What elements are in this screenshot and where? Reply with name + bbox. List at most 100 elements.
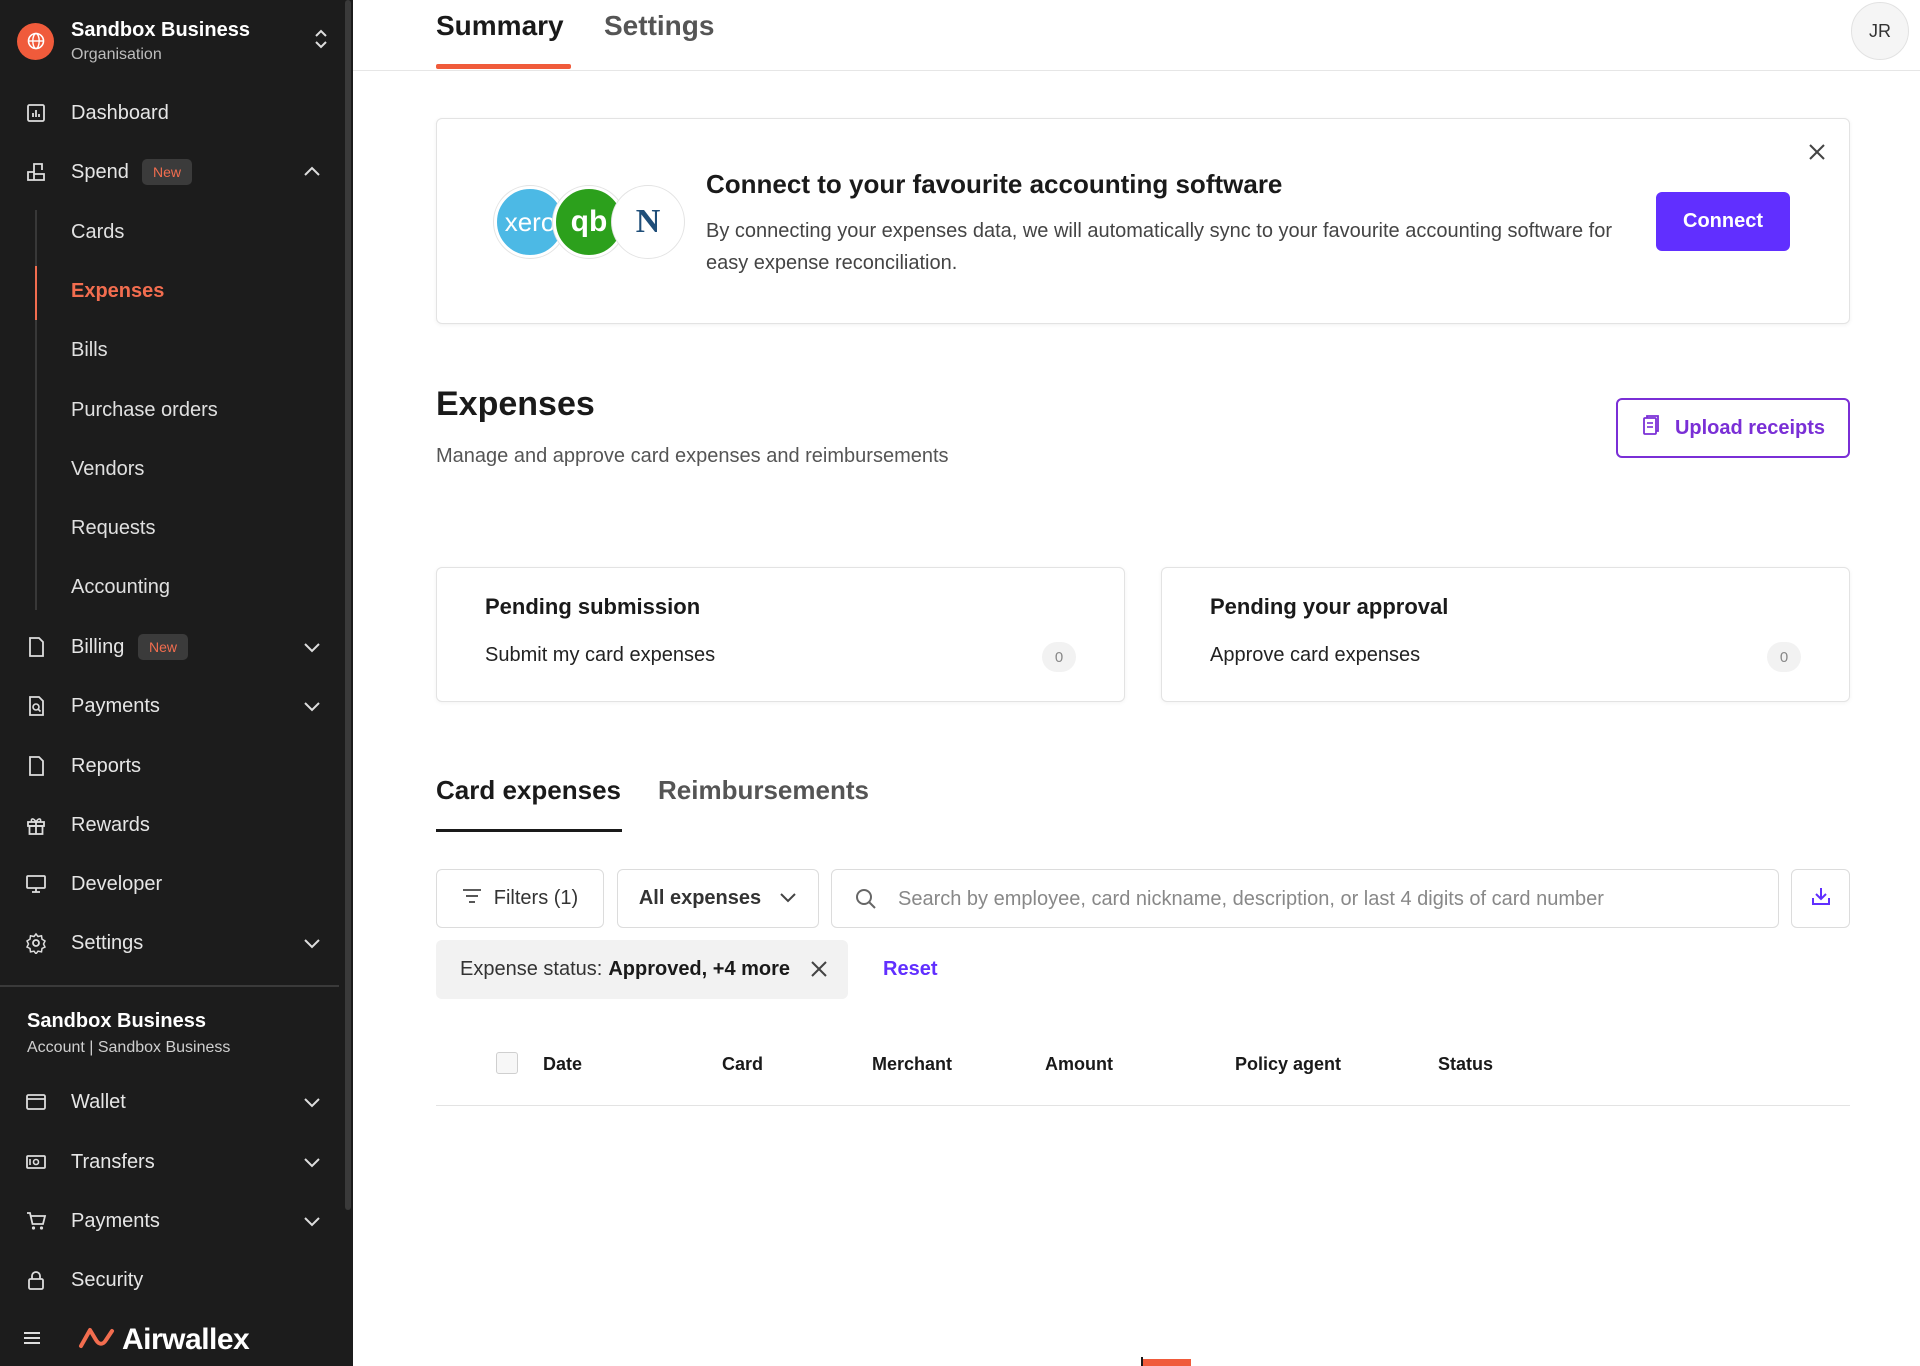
tab-reimbursements[interactable]: Reimbursements	[658, 775, 869, 806]
search-input[interactable]	[898, 880, 1758, 918]
nav-requests[interactable]: Requests	[71, 508, 156, 548]
upload-receipts-label: Upload receipts	[1674, 416, 1826, 439]
nav-purchase-orders[interactable]: Purchase orders	[71, 390, 218, 430]
user-avatar[interactable]: JR	[1851, 2, 1909, 60]
tab-card-expenses[interactable]: Card expenses	[436, 775, 621, 806]
pending-card-action: Submit my card expenses	[485, 644, 716, 666]
column-header-status[interactable]: Status	[1438, 1054, 1493, 1075]
upload-receipts-button[interactable]: Upload receipts	[1616, 398, 1850, 458]
pending-submission-card[interactable]: Pending submission Submit my card expens…	[436, 567, 1125, 702]
nav-settings[interactable]: Settings	[0, 918, 340, 968]
nav-payments[interactable]: Payments	[0, 681, 340, 731]
sidebar-divider	[0, 985, 339, 987]
chip-value: Approved, +4 more	[608, 958, 791, 980]
sidebar-scrollbar[interactable]	[345, 0, 351, 1210]
nav-wallet[interactable]: Wallet	[0, 1077, 340, 1127]
banner-title: Connect to your favourite accounting sof…	[706, 169, 1283, 199]
table-header: Date Card Merchant Amount Policy agent S…	[436, 1040, 1850, 1106]
brand-name: Airwallex	[122, 1323, 250, 1356]
nav-payments-label: Payments	[71, 694, 160, 717]
nav-spend-label: Spend	[71, 160, 129, 183]
nav-developer-label: Developer	[71, 872, 163, 895]
count-badge: 0	[1042, 642, 1076, 672]
top-tabs: Summary Settings	[353, 0, 1920, 71]
nav-expenses[interactable]: Expenses	[71, 271, 164, 311]
column-header-policy-agent[interactable]: Policy agent	[1235, 1054, 1341, 1075]
column-header-date[interactable]: Date	[543, 1054, 582, 1075]
lock-icon	[24, 1268, 48, 1292]
tab-settings[interactable]: Settings	[604, 10, 714, 70]
pending-card-title: Pending submission	[485, 594, 701, 619]
connect-button[interactable]: Connect	[1656, 192, 1790, 251]
all-expenses-label: All expenses	[638, 887, 762, 909]
globe-icon	[17, 22, 54, 60]
nav-security-label: Security	[71, 1268, 144, 1291]
page-subtitle: Manage and approve card expenses and rei…	[436, 445, 949, 467]
nav-spend[interactable]: Spend New	[0, 147, 340, 197]
chevron-up-icon	[300, 160, 324, 184]
nav-dashboard[interactable]: Dashboard	[0, 88, 340, 138]
chevron-down-icon	[300, 694, 324, 718]
nav-billing-label: Billing	[71, 635, 125, 658]
nav-vendors[interactable]: Vendors	[71, 449, 144, 489]
count-badge: 0	[1767, 642, 1801, 672]
close-icon[interactable]	[808, 958, 830, 980]
new-badge: New	[138, 634, 189, 660]
nav-settings-label: Settings	[71, 931, 144, 954]
select-all-checkbox[interactable]	[496, 1052, 518, 1074]
nav-security[interactable]: Security	[0, 1255, 340, 1305]
nav-accounting[interactable]: Accounting	[71, 567, 170, 607]
column-header-merchant[interactable]: Merchant	[872, 1054, 952, 1075]
active-tab-underline	[436, 829, 622, 832]
nav-account-payments[interactable]: Payments	[0, 1196, 340, 1246]
nav-wallet-label: Wallet	[71, 1090, 126, 1113]
nav-rewards-label: Rewards	[71, 813, 150, 836]
transfers-icon	[24, 1150, 48, 1174]
page-title: Expenses	[436, 385, 595, 423]
gear-icon	[24, 931, 48, 955]
nav-rewards[interactable]: Rewards	[0, 800, 340, 850]
nav-dashboard-label: Dashboard	[71, 101, 169, 124]
netsuite-logo: N	[612, 186, 684, 258]
nav-transfers[interactable]: Transfers	[0, 1137, 340, 1187]
nav-account-payments-label: Payments	[71, 1209, 160, 1232]
chip-label: Expense status:	[460, 958, 603, 980]
reset-link[interactable]: Reset	[883, 958, 937, 981]
banner-description: By connecting your expenses data, we wil…	[706, 220, 1613, 274]
search-box[interactable]	[831, 869, 1779, 928]
download-button[interactable]	[1791, 869, 1850, 928]
nav-transfers-label: Transfers	[71, 1150, 155, 1173]
monitor-icon	[24, 872, 48, 896]
billing-icon	[24, 635, 48, 659]
all-expenses-dropdown[interactable]: All expenses	[617, 869, 819, 928]
sidebar: Sandbox Business Organisation Dashboard …	[0, 0, 353, 1366]
nav-bills[interactable]: Bills	[71, 330, 108, 370]
chevron-down-icon	[300, 1090, 324, 1114]
tab-summary[interactable]: Summary	[436, 10, 564, 70]
chevron-down-icon	[300, 1209, 324, 1233]
menu-icon[interactable]	[22, 1328, 46, 1352]
account-header: Sandbox Business Account | Sandbox Busin…	[27, 1010, 230, 1057]
column-header-card[interactable]: Card	[722, 1054, 763, 1075]
nav-reports[interactable]: Reports	[0, 741, 340, 791]
chevron-down-icon	[300, 635, 324, 659]
filters-button[interactable]: Filters (1)	[436, 869, 604, 928]
pending-approval-card[interactable]: Pending your approval Approve card expen…	[1161, 567, 1850, 702]
status-filter-chip[interactable]: Expense status: Approved, +4 more	[436, 940, 848, 999]
cart-icon	[24, 1209, 48, 1233]
gift-icon	[24, 813, 48, 837]
org-name: Sandbox Business	[71, 18, 250, 41]
account-subtitle: Account | Sandbox Business	[27, 1039, 231, 1056]
new-badge: New	[142, 159, 193, 185]
column-header-amount[interactable]: Amount	[1045, 1054, 1113, 1075]
close-icon[interactable]	[1804, 139, 1830, 165]
nav-cards[interactable]: Cards	[71, 212, 124, 252]
org-subtitle: Organisation	[71, 45, 162, 63]
org-switcher[interactable]: Sandbox Business Organisation	[17, 14, 333, 68]
brand-footer: Airwallex	[22, 1320, 250, 1360]
dashboard-icon	[24, 101, 48, 125]
chevron-down-icon	[300, 931, 324, 955]
nav-billing[interactable]: Billing New	[0, 622, 340, 672]
search-icon	[854, 887, 878, 911]
nav-developer[interactable]: Developer	[0, 859, 340, 909]
